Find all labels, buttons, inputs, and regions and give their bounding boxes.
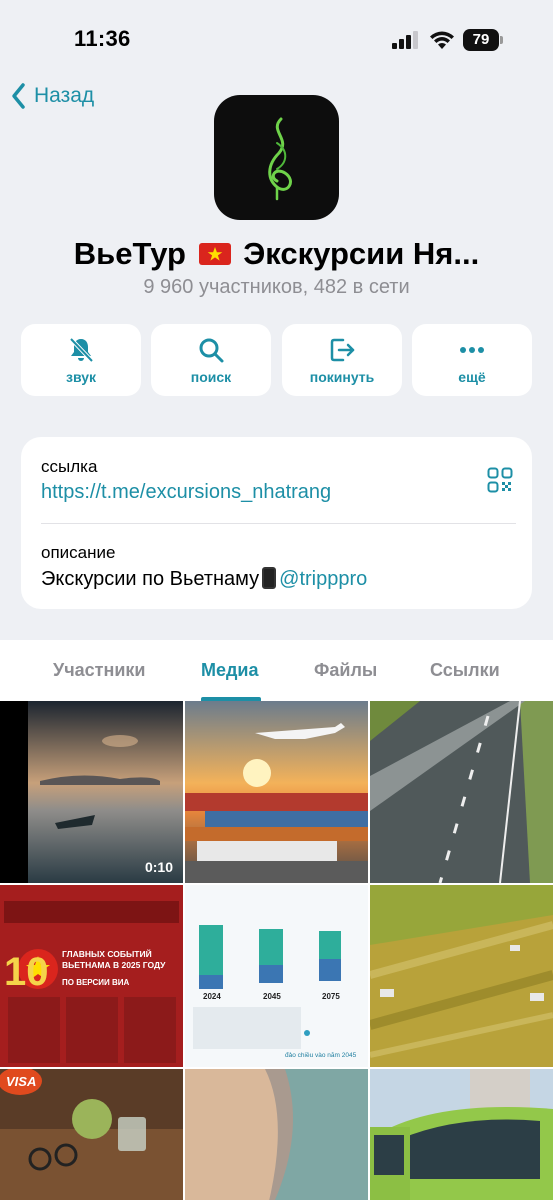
description-handle-link[interactable]: @tripppro [279,568,367,590]
channel-title: ВьеТур Экскурсии Ня... [0,236,553,272]
back-label: Назад [34,84,95,107]
search-button[interactable]: поиск [151,324,271,396]
mute-button[interactable]: звук [21,324,141,396]
events-subtitle: ПО ВЕРСИИ ВИА [62,978,129,987]
description-text: Экскурсии по Вьетнаму [41,568,260,590]
leave-label: покинуть [309,369,375,385]
population-infographic-thumbnail: 2024 2045 2075 đảo chiều vào năm 2045 [185,885,368,1067]
tab-links[interactable]: Ссылки [430,660,500,681]
channel-link[interactable]: https://t.me/excursions_nhatrang [41,481,331,504]
tab-members[interactable]: Участники [53,660,146,681]
events-number: 10 [4,950,49,994]
members-count: 9 960 участников, 482 в сети [143,276,410,298]
tab-files[interactable]: Файлы [314,660,377,681]
info-divider [41,523,516,524]
media-grid: 0:10 10 ГЛАВНЫХ СОБЫТИЙ ВЬЕТНАМА В 2025 … [0,701,553,1200]
electric-bus-thumbnail [370,1069,553,1200]
year-2045: 2045 [263,992,281,1001]
leave-icon [330,338,355,362]
highway-thumbnail [370,701,553,883]
beach-aerial-thumbnail [185,1069,368,1200]
year-2075: 2075 [322,992,340,1001]
tab-media[interactable]: Медиа [201,660,259,681]
status-time: 11:36 [74,26,131,51]
qr-code-icon[interactable] [487,467,513,493]
leave-button[interactable]: покинуть [282,324,402,396]
bell-slash-icon [69,337,94,363]
visa-badge: VISA [6,1074,36,1089]
coconut-cafe-thumbnail: VISA [0,1069,183,1200]
media-item-video-sea[interactable]: 0:10 [0,701,183,883]
media-item-electric-bus[interactable] [370,1069,553,1200]
info-card: ссылка https://t.me/excursions_nhatrang … [21,437,532,609]
mute-label: звук [65,369,96,385]
media-item-visa-cafe[interactable]: VISA [0,1069,183,1200]
description-label: описание [41,543,116,562]
media-item-top-events[interactable]: 10 ГЛАВНЫХ СОБЫТИЙ ВЬЕТНАМА В 2025 ГОДУ … [0,885,183,1067]
media-item-logistics[interactable] [185,701,368,883]
battery-level: 79 [463,29,499,51]
status-bar: 11:36 79 [0,0,553,80]
video-duration: 0:10 [144,859,173,875]
sea-boat-thumbnail [0,701,183,883]
rice-harvest-thumbnail [370,885,553,1067]
media-item-beach[interactable] [185,1069,368,1200]
more-icon [460,347,484,353]
airplane-containers-thumbnail [185,701,368,883]
top-events-thumbnail: 10 ГЛАВНЫХ СОБЫТИЙ ВЬЕТНАМА В 2025 ГОДУ … [0,885,183,1067]
channel-avatar[interactable] [214,95,339,220]
channel-title-main: ВьеТур [73,236,186,271]
tabs-bar: Участники Медиа Файлы Ссылки [0,640,553,701]
infographic-caption: đảo chiều vào năm 2045 [285,1050,357,1059]
channel-title-rest: Экскурсии Ня... [243,236,480,271]
media-item-highway[interactable] [370,701,553,883]
link-label: ссылка [41,457,98,476]
more-button[interactable]: ещё [412,324,532,396]
search-icon [199,338,224,363]
swirl-logo-icon [267,117,292,200]
more-label: ещё [458,369,486,385]
vietnam-flag-icon [198,242,231,265]
back-button[interactable]: Назад [10,82,94,110]
description: Экскурсии по Вьетнаму @tripppro [41,567,367,591]
phone-icon [262,567,277,589]
wifi-icon [430,31,454,49]
cellular-signal-icon [392,31,418,49]
search-label: поиск [190,369,232,385]
year-2024: 2024 [203,992,221,1001]
media-item-rice-field[interactable] [370,885,553,1067]
battery-cap [500,36,503,44]
chevron-left-icon [12,83,25,109]
battery-indicator: 79 [463,29,503,51]
media-item-infographic[interactable]: 2024 2045 2075 đảo chiều vào năm 2045 [185,885,368,1067]
